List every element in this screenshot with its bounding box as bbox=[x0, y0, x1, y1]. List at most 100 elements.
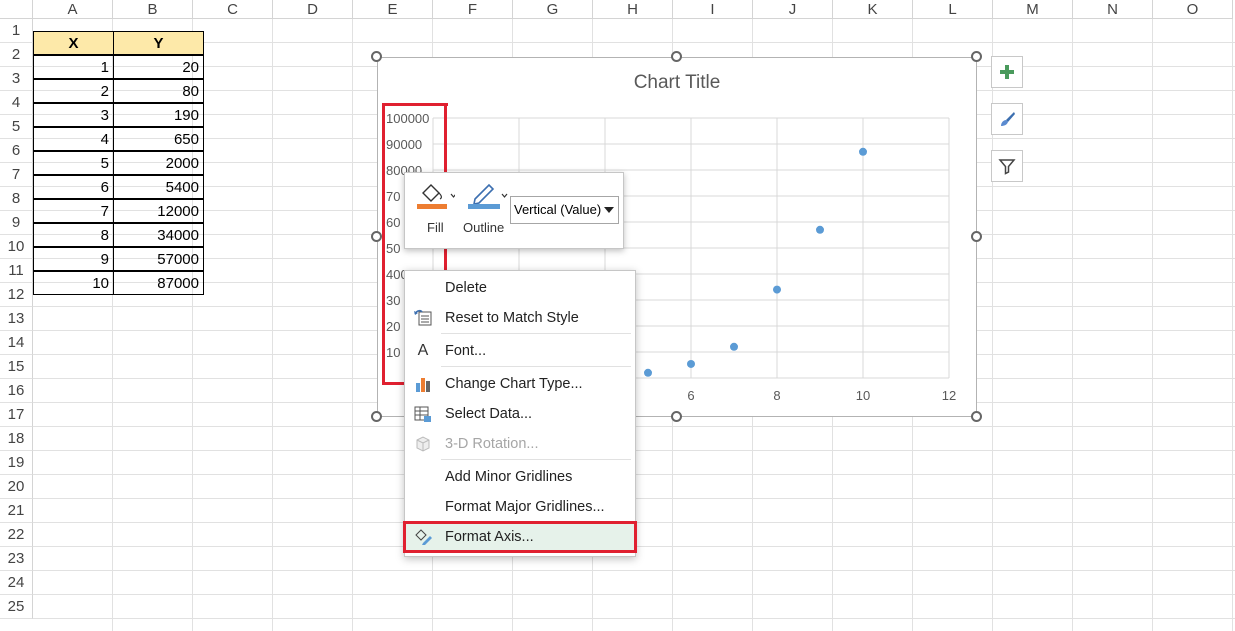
row-header[interactable]: 2 bbox=[0, 43, 33, 67]
menu-select-data[interactable]: Select Data... bbox=[405, 400, 635, 428]
row-header[interactable]: 14 bbox=[0, 331, 33, 355]
row-header[interactable]: 25 bbox=[0, 595, 33, 619]
column-header[interactable]: G bbox=[513, 0, 593, 19]
table-cell[interactable]: 10 bbox=[33, 271, 114, 295]
row-header[interactable]: 15 bbox=[0, 355, 33, 379]
table-cell[interactable]: 2000 bbox=[113, 151, 204, 175]
menu-delete[interactable]: Delete bbox=[405, 274, 635, 302]
table-cell[interactable]: 6 bbox=[33, 175, 114, 199]
menu-reset-style[interactable]: Reset to Match Style bbox=[405, 304, 635, 332]
row-header[interactable]: 8 bbox=[0, 187, 33, 211]
menu-select-data-label: Select Data... bbox=[445, 406, 533, 422]
table-cell[interactable]: 20 bbox=[113, 55, 204, 79]
table-cell[interactable]: 4 bbox=[33, 127, 114, 151]
table-cell[interactable]: 12000 bbox=[113, 199, 204, 223]
table-cell[interactable]: 80 bbox=[113, 79, 204, 103]
chart-filters-button[interactable] bbox=[991, 150, 1023, 182]
row-header[interactable]: 17 bbox=[0, 403, 33, 427]
row-header[interactable]: 4 bbox=[0, 91, 33, 115]
menu-font[interactable]: A Font... bbox=[405, 337, 635, 365]
table-cell[interactable]: 2 bbox=[33, 79, 114, 103]
column-header[interactable]: B bbox=[113, 0, 193, 19]
row-header[interactable]: 21 bbox=[0, 499, 33, 523]
outline-label: Outline bbox=[463, 220, 505, 235]
data-point[interactable] bbox=[730, 342, 738, 351]
menu-add-minor-gridlines[interactable]: Add Minor Gridlines bbox=[405, 463, 635, 491]
row-header[interactable]: 22 bbox=[0, 523, 33, 547]
column-header[interactable]: K bbox=[833, 0, 913, 19]
column-header[interactable]: I bbox=[673, 0, 753, 19]
row-header[interactable]: 5 bbox=[0, 115, 33, 139]
row-header[interactable]: 18 bbox=[0, 427, 33, 451]
table-cell[interactable]: 57000 bbox=[113, 247, 204, 271]
table-cell[interactable]: 8 bbox=[33, 223, 114, 247]
table-cell[interactable]: 3 bbox=[33, 103, 114, 127]
row-header[interactable]: 9 bbox=[0, 211, 33, 235]
data-point[interactable] bbox=[644, 368, 652, 377]
menu-format-major-gridlines[interactable]: Format Major Gridlines... bbox=[405, 493, 635, 521]
row-header[interactable]: 7 bbox=[0, 163, 33, 187]
row-header[interactable]: 3 bbox=[0, 67, 33, 91]
chart-type-icon bbox=[416, 378, 430, 392]
row-header[interactable]: 19 bbox=[0, 451, 33, 475]
table-cell[interactable]: X bbox=[33, 31, 114, 55]
table-cell[interactable]: 5400 bbox=[113, 175, 204, 199]
column-header[interactable]: N bbox=[1073, 0, 1153, 19]
row-header[interactable]: 1 bbox=[0, 19, 33, 43]
column-header[interactable]: H bbox=[593, 0, 673, 19]
column-header[interactable]: M bbox=[993, 0, 1073, 19]
row-header[interactable]: 10 bbox=[0, 235, 33, 259]
data-point[interactable] bbox=[859, 147, 867, 156]
table-cell[interactable]: 1 bbox=[33, 55, 114, 79]
column-header[interactable]: C bbox=[193, 0, 273, 19]
data-point[interactable] bbox=[687, 359, 695, 368]
data-point[interactable] bbox=[816, 225, 824, 234]
resize-handle-bm[interactable] bbox=[671, 411, 682, 422]
table-cell[interactable]: 34000 bbox=[113, 223, 204, 247]
row-header[interactable]: 23 bbox=[0, 547, 33, 571]
table-cell[interactable]: 9 bbox=[33, 247, 114, 271]
column-header[interactable]: A bbox=[33, 0, 113, 19]
data-point[interactable] bbox=[773, 285, 781, 294]
outline-button[interactable]: Outline bbox=[463, 179, 513, 241]
fill-button[interactable]: Fill bbox=[415, 179, 457, 241]
chart-styles-button[interactable] bbox=[991, 103, 1023, 135]
resize-handle-tm[interactable] bbox=[671, 51, 682, 62]
resize-handle-br[interactable] bbox=[971, 411, 982, 422]
resize-handle-mr[interactable] bbox=[971, 231, 982, 242]
row-header[interactable]: 6 bbox=[0, 139, 33, 163]
table-cell[interactable]: 190 bbox=[113, 103, 204, 127]
column-header[interactable]: E bbox=[353, 0, 433, 19]
x-tick-label: 10 bbox=[856, 388, 870, 403]
select-all-corner[interactable] bbox=[0, 0, 33, 19]
row-header[interactable]: 13 bbox=[0, 307, 33, 331]
resize-handle-tl[interactable] bbox=[371, 51, 382, 62]
reset-style-icon bbox=[414, 309, 432, 326]
column-header[interactable]: J bbox=[753, 0, 833, 19]
menu-separator bbox=[441, 366, 631, 367]
row-header[interactable]: 24 bbox=[0, 571, 33, 595]
row-header[interactable]: 20 bbox=[0, 475, 33, 499]
x-tick-label: 12 bbox=[942, 388, 956, 403]
row-header[interactable]: 16 bbox=[0, 379, 33, 403]
chart-element-select[interactable]: Vertical (Value) bbox=[510, 196, 619, 224]
resize-handle-bl[interactable] bbox=[371, 411, 382, 422]
table-cell[interactable]: 7 bbox=[33, 199, 114, 223]
menu-change-type-label: Change Chart Type... bbox=[445, 376, 583, 392]
resize-handle-tr[interactable] bbox=[971, 51, 982, 62]
table-cell[interactable]: 650 bbox=[113, 127, 204, 151]
resize-handle-ml[interactable] bbox=[371, 231, 382, 242]
column-header[interactable]: O bbox=[1153, 0, 1233, 19]
column-header[interactable]: D bbox=[273, 0, 353, 19]
dropdown-arrow-icon bbox=[604, 207, 614, 213]
chart-elements-button[interactable] bbox=[991, 56, 1023, 88]
row-header[interactable]: 11 bbox=[0, 259, 33, 283]
row-header[interactable]: 12 bbox=[0, 283, 33, 307]
paint-bucket-icon bbox=[417, 184, 455, 209]
table-cell[interactable]: 87000 bbox=[113, 271, 204, 295]
column-header[interactable]: F bbox=[433, 0, 513, 19]
table-cell[interactable]: Y bbox=[113, 31, 204, 55]
menu-change-chart-type[interactable]: Change Chart Type... bbox=[405, 370, 635, 398]
table-cell[interactable]: 5 bbox=[33, 151, 114, 175]
column-header[interactable]: L bbox=[913, 0, 993, 19]
